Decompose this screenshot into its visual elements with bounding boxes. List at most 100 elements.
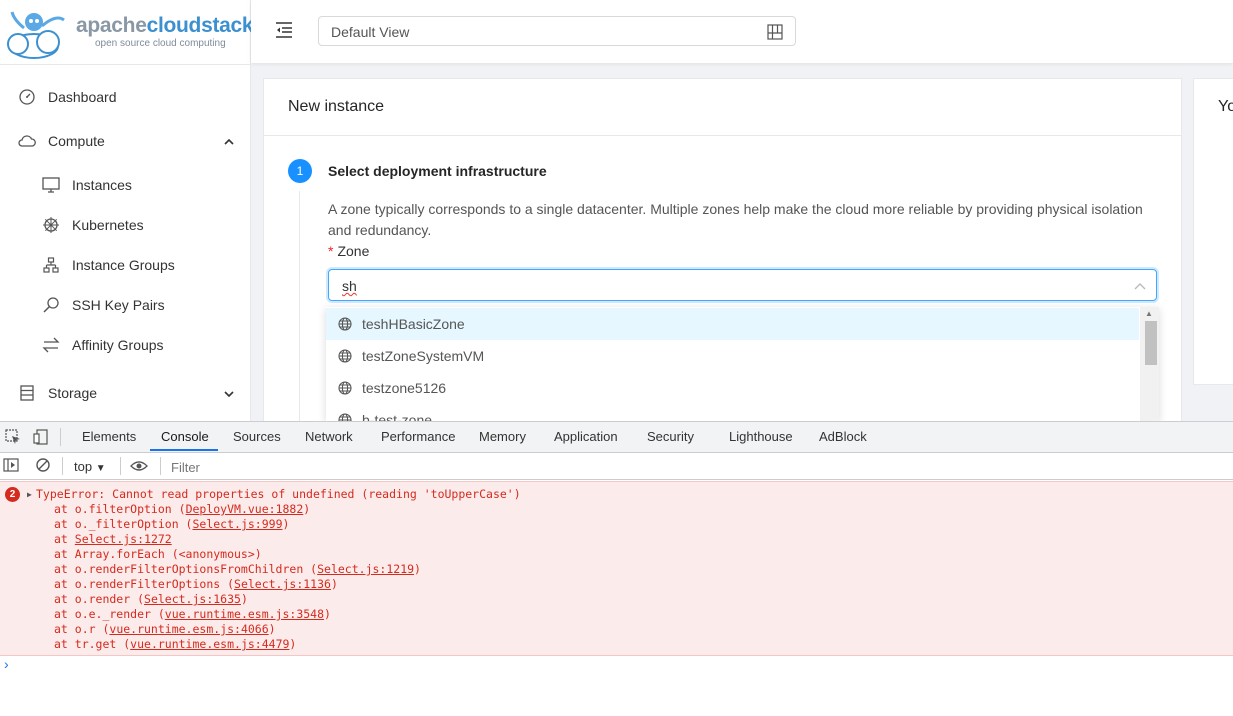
source-link[interactable]: vue.runtime.esm.js:4066 [109, 622, 268, 636]
devtools-panel: Elements Console Sources Network Perform… [0, 421, 1233, 716]
tab-application[interactable]: Application [554, 429, 618, 444]
zone-select-input[interactable]: sh [328, 269, 1157, 301]
dropdown-scrollbar[interactable]: ▲ [1140, 307, 1159, 421]
sidebar-item-instance-groups[interactable]: Instance Groups [0, 245, 250, 285]
stack-trace-line: at o._filterOption (Select.js:999) [54, 517, 290, 531]
source-link[interactable]: DeployVM.vue:1882 [186, 502, 304, 516]
sidebar: apachecloudstack™ open source cloud comp… [0, 0, 261, 421]
global-icon [338, 317, 352, 334]
sidebar-item-label: Affinity Groups [72, 337, 164, 353]
divider [160, 457, 161, 475]
sidebar-item-label: Instances [72, 177, 132, 193]
source-link[interactable]: vue.runtime.esm.js:3548 [165, 607, 324, 621]
zone-label: * Zone [328, 243, 370, 259]
source-link[interactable]: Select.js:1635 [144, 592, 241, 606]
console-filter-input[interactable]: Filter [171, 460, 200, 475]
scrollbar-thumb[interactable] [1145, 321, 1157, 365]
database-icon [18, 384, 36, 402]
sidebar-item-label: Storage [48, 385, 98, 401]
inspect-element-icon[interactable] [5, 429, 21, 450]
cluster-icon [42, 256, 60, 274]
tab-console[interactable]: Console [161, 429, 209, 444]
source-link[interactable]: Select.js:999 [192, 517, 282, 531]
desktop-icon [42, 176, 60, 194]
tab-security[interactable]: Security [647, 429, 694, 444]
zone-option[interactable]: b-test-zone [326, 404, 1139, 421]
divider [120, 457, 121, 475]
sidebar-item-storage[interactable]: Storage [0, 373, 250, 413]
expand-triangle-icon[interactable]: ▶ [27, 490, 32, 499]
menu-fold-icon[interactable] [275, 22, 293, 43]
step-title: Select deployment infrastructure [328, 163, 547, 179]
stack-trace-line: at Select.js:1272 [54, 532, 172, 546]
step-description: A zone typically corresponds to a single… [328, 201, 1143, 238]
cloud-icon [18, 132, 36, 150]
brand-name: apachecloudstack™ [76, 14, 261, 37]
source-link[interactable]: Select.js:1136 [234, 577, 331, 591]
error-count-badge: 2 [5, 487, 20, 502]
sidebar-item-dashboard[interactable]: Dashboard [0, 77, 250, 117]
scroll-up-arrow-icon[interactable]: ▲ [1145, 309, 1153, 318]
global-icon [338, 349, 352, 366]
sidebar-item-compute[interactable]: Compute [0, 121, 250, 161]
clear-console-icon[interactable] [36, 458, 50, 477]
side-card: Yo [1193, 78, 1233, 385]
eye-icon[interactable] [130, 459, 148, 477]
card-header: New instance [264, 79, 1181, 136]
sidebar-toggle-icon[interactable] [3, 458, 19, 477]
zone-option[interactable]: testZoneSystemVM [326, 340, 1139, 372]
sidebar-item-kubernetes[interactable]: Kubernetes [0, 205, 250, 245]
key-icon [42, 296, 60, 314]
tab-performance[interactable]: Performance [381, 429, 455, 444]
tab-lighthouse[interactable]: Lighthouse [729, 429, 793, 444]
chevron-up-icon [224, 134, 234, 148]
global-icon [338, 381, 352, 398]
devtools-tabbar: Elements Console Sources Network Perform… [0, 422, 1233, 453]
chevron-up-icon [1134, 277, 1146, 295]
error-text: TypeError: Cannot read properties of und… [36, 487, 521, 501]
divider [60, 428, 61, 446]
console-prompt[interactable]: › [4, 656, 9, 672]
tab-sources[interactable]: Sources [233, 429, 281, 444]
step-connector [299, 191, 300, 421]
logo[interactable]: apachecloudstack™ open source cloud comp… [0, 0, 261, 65]
tab-elements[interactable]: Elements [82, 429, 136, 444]
chevron-down-icon [224, 386, 234, 400]
page-title: New instance [288, 98, 385, 115]
tab-network[interactable]: Network [305, 429, 353, 444]
device-toolbar-icon[interactable] [33, 429, 49, 450]
active-tab-indicator [150, 449, 218, 451]
console-toolbar: top ▼ Filter [0, 453, 1233, 480]
side-card-title: Yo [1218, 98, 1233, 115]
sidebar-item-label: Dashboard [48, 89, 117, 105]
sidebar-item-label: Instance Groups [72, 257, 175, 273]
stack-trace-line: at o.render (Select.js:1635) [54, 592, 248, 606]
tab-adblock[interactable]: AdBlock [819, 429, 867, 444]
brand-tagline: open source cloud computing [95, 38, 226, 49]
stack-trace-line: at o.renderFilterOptions (Select.js:1136… [54, 577, 338, 591]
source-link[interactable]: Select.js:1219 [317, 562, 414, 576]
zone-dropdown: teshHBasicZone testZoneSystemVM testzone… [326, 307, 1159, 421]
cloudmonkey-logo-icon [7, 11, 65, 59]
required-marker: * [328, 243, 334, 259]
stack-trace-line: at o.e._render (vue.runtime.esm.js:3548) [54, 607, 331, 621]
sidebar-item-instances[interactable]: Instances [0, 165, 250, 205]
context-select[interactable]: top ▼ [74, 459, 106, 474]
view-select-value: Default View [331, 24, 410, 40]
sidebar-item-affinity-groups[interactable]: Affinity Groups [0, 325, 250, 365]
step-number: 1 [288, 159, 312, 183]
tab-memory[interactable]: Memory [479, 429, 526, 444]
sidebar-item-ssh-key-pairs[interactable]: SSH Key Pairs [0, 285, 250, 325]
layout-icon [767, 24, 783, 45]
zone-option[interactable]: testzone5126 [326, 372, 1139, 404]
stack-trace-line: at o.renderFilterOptionsFromChildren (Se… [54, 562, 421, 576]
source-link[interactable]: Select.js:1272 [75, 532, 172, 546]
swap-icon [42, 336, 60, 354]
stack-trace-line: at o.filterOption (DeployVM.vue:1882) [54, 502, 311, 516]
app-frame: apachecloudstack™ open source cloud comp… [0, 0, 1233, 421]
sidebar-item-label: Compute [48, 133, 105, 149]
source-link[interactable]: vue.runtime.esm.js:4479 [130, 637, 289, 651]
zone-option[interactable]: teshHBasicZone [326, 308, 1139, 340]
view-select[interactable]: Default View [318, 16, 796, 46]
kubernetes-icon [42, 216, 60, 234]
